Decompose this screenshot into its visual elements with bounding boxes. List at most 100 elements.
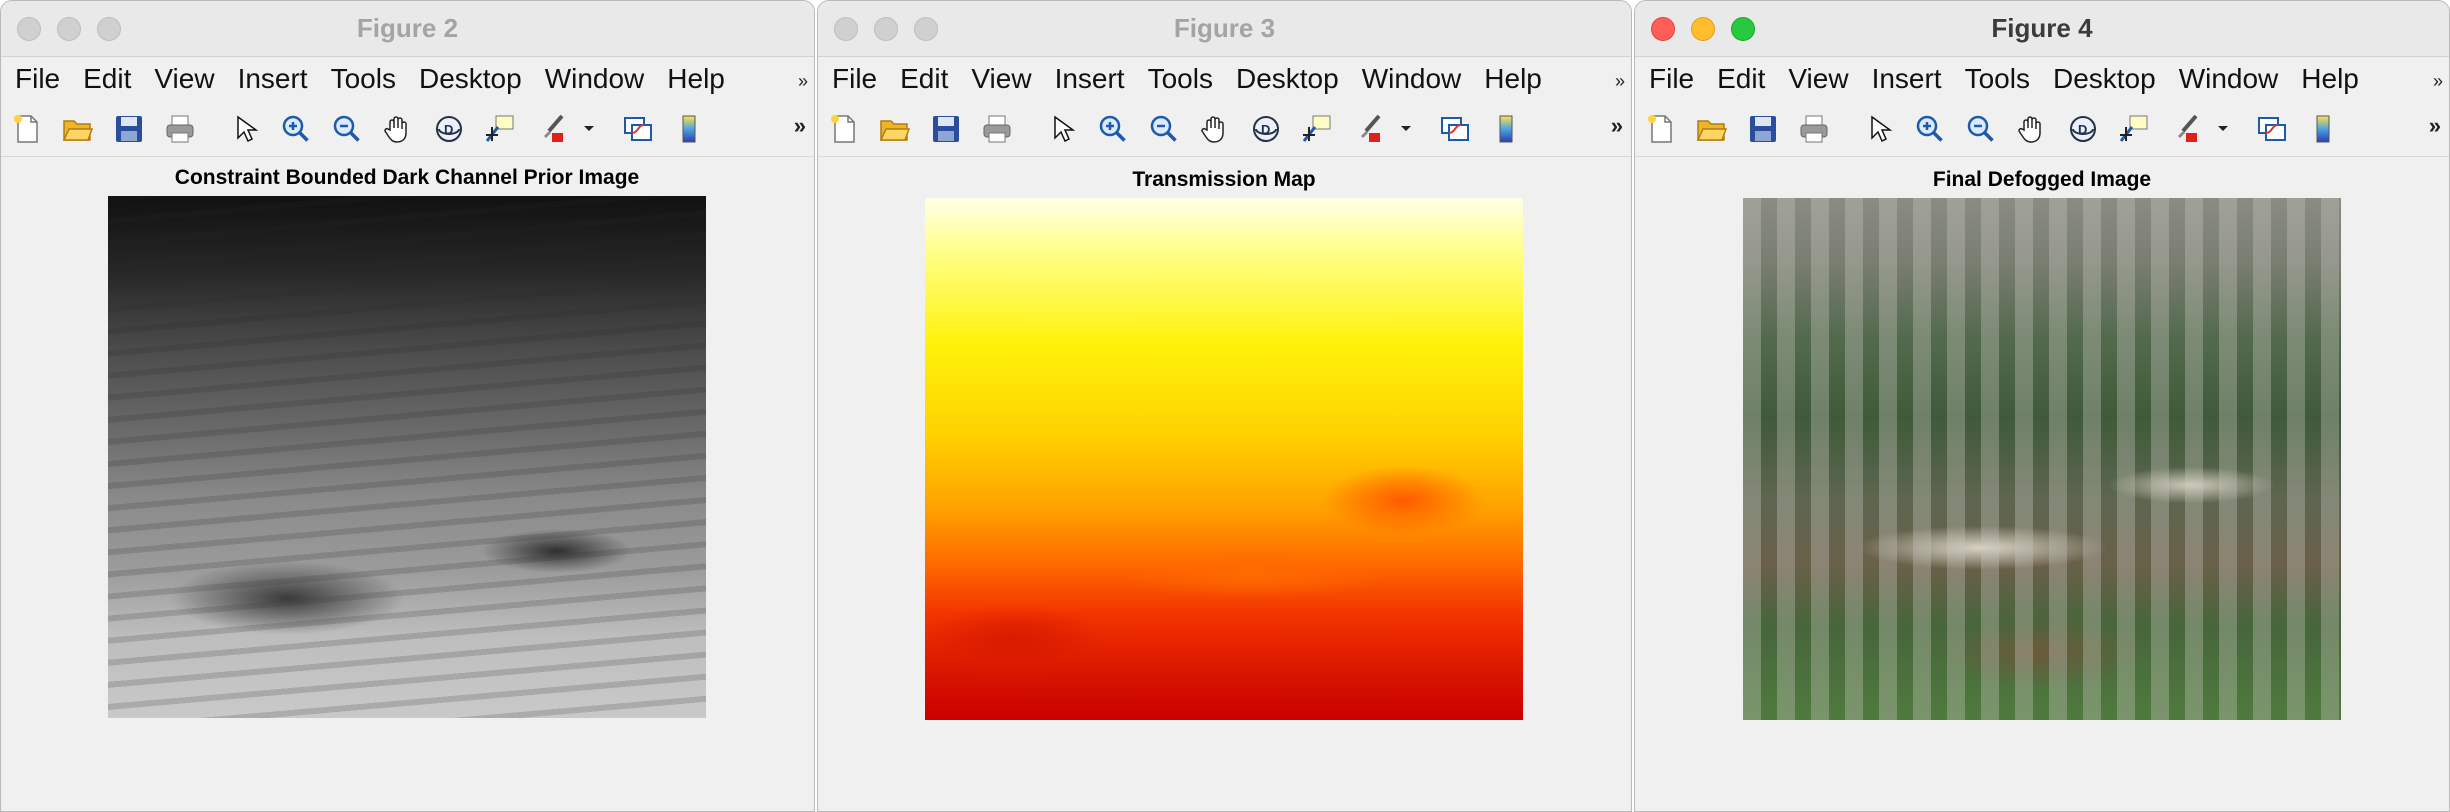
menu-desktop[interactable]: Desktop [419, 63, 522, 95]
zoom-out-icon[interactable] [327, 109, 367, 149]
menu-view[interactable]: View [1788, 63, 1848, 95]
axes-title: Final Defogged Image [1932, 168, 2152, 191]
menu-insert[interactable]: Insert [1872, 63, 1942, 95]
axes-title: Transmission Map [1132, 168, 1316, 191]
menu-bar: File Edit View Insert Tools Desktop Window Help… [1, 57, 814, 101]
print-icon[interactable] [1794, 109, 1834, 149]
zoom-button[interactable] [1731, 17, 1755, 41]
close-button[interactable] [834, 17, 858, 41]
zoom-in-icon[interactable] [276, 109, 316, 149]
menu-edit[interactable]: Edit [1717, 63, 1765, 95]
brush-dropdown-icon[interactable] [582, 109, 596, 149]
print-icon[interactable] [160, 109, 200, 149]
pan-hand-icon[interactable] [378, 109, 418, 149]
save-icon[interactable] [109, 109, 149, 149]
menu-edit[interactable]: Edit [83, 63, 131, 95]
new-figure-icon[interactable] [7, 109, 47, 149]
close-button[interactable] [1651, 17, 1675, 41]
menu-tools[interactable]: Tools [331, 63, 396, 95]
pointer-icon[interactable] [225, 109, 265, 149]
svg-text:D: D [444, 122, 453, 137]
colorbar-icon[interactable] [1486, 109, 1526, 149]
link-plot-icon[interactable] [2252, 109, 2292, 149]
pointer-icon[interactable] [1859, 109, 1899, 149]
menu-help[interactable]: Help [2301, 63, 2359, 95]
zoom-button[interactable] [97, 17, 121, 41]
defogged-image[interactable] [1743, 198, 2341, 720]
menu-file[interactable]: File [1649, 63, 1694, 95]
figure-2-window: Figure 2 File Edit View Insert Tools Desktop W… [0, 0, 815, 812]
menu-help[interactable]: Help [667, 63, 725, 95]
menu-file[interactable]: File [832, 63, 877, 95]
zoom-out-icon[interactable] [1144, 109, 1184, 149]
axes-title: Constraint Bounded Dark Channel Prior Im… [174, 166, 640, 189]
zoom-in-icon[interactable] [1910, 109, 1950, 149]
svg-text:D: D [2078, 122, 2087, 137]
minimize-button[interactable] [57, 17, 81, 41]
menu-tools[interactable]: Tools [1965, 63, 2030, 95]
brush-dropdown-icon[interactable] [2216, 109, 2230, 149]
open-folder-icon[interactable] [58, 109, 98, 149]
menu-tools[interactable]: Tools [1148, 63, 1213, 95]
menu-file[interactable]: File [15, 63, 60, 95]
open-folder-icon[interactable] [1692, 109, 1732, 149]
minimize-button[interactable] [1691, 17, 1715, 41]
colorbar-icon[interactable] [2303, 109, 2343, 149]
title-bar[interactable]: Figure 4 [1635, 1, 2449, 57]
menu-edit[interactable]: Edit [900, 63, 948, 95]
rotate-3d-icon[interactable]: D [2063, 109, 2103, 149]
menu-view[interactable]: View [971, 63, 1031, 95]
zoom-in-icon[interactable] [1093, 109, 1133, 149]
menu-overflow-icon[interactable]: » [1615, 71, 1625, 92]
link-plot-icon[interactable] [618, 109, 658, 149]
print-icon[interactable] [977, 109, 1017, 149]
menu-help[interactable]: Help [1484, 63, 1542, 95]
title-bar[interactable]: Figure 2 [1, 1, 814, 57]
window-controls [17, 17, 121, 41]
pointer-icon[interactable] [1042, 109, 1082, 149]
data-cursor-icon[interactable] [2114, 109, 2154, 149]
menu-insert[interactable]: Insert [238, 63, 308, 95]
brush-icon[interactable] [2165, 109, 2205, 149]
window-title: Figure 4 [1991, 13, 2093, 43]
link-plot-icon[interactable] [1435, 109, 1475, 149]
title-bar[interactable]: Figure 3 [818, 1, 1631, 57]
dark-channel-image[interactable] [108, 196, 706, 718]
menu-overflow-icon[interactable]: » [798, 71, 808, 92]
minimize-button[interactable] [874, 17, 898, 41]
toolbar-overflow-icon[interactable]: » [794, 113, 806, 139]
zoom-out-icon[interactable] [1961, 109, 2001, 149]
pan-hand-icon[interactable] [1195, 109, 1235, 149]
transmission-map-image[interactable] [925, 198, 1523, 720]
brush-icon[interactable] [531, 109, 571, 149]
pan-hand-icon[interactable] [2012, 109, 2052, 149]
menu-window[interactable]: Window [545, 63, 645, 95]
menu-bar: File Edit View Insert Tools Desktop Window Help… [1635, 57, 2449, 101]
menu-window[interactable]: Window [1362, 63, 1462, 95]
new-figure-icon[interactable] [824, 109, 864, 149]
menu-desktop[interactable]: Desktop [2053, 63, 2156, 95]
toolbar-overflow-icon[interactable]: » [2429, 113, 2441, 139]
save-icon[interactable] [926, 109, 966, 149]
figure-3-window: Figure 3 File Edit View Insert Tools Desktop W… [817, 0, 1632, 812]
close-button[interactable] [17, 17, 41, 41]
new-figure-icon[interactable] [1641, 109, 1681, 149]
rotate-3d-icon[interactable]: D [429, 109, 469, 149]
menu-insert[interactable]: Insert [1055, 63, 1125, 95]
rotate-3d-icon[interactable]: D [1246, 109, 1286, 149]
menu-desktop[interactable]: Desktop [1236, 63, 1339, 95]
save-icon[interactable] [1743, 109, 1783, 149]
menu-view[interactable]: View [154, 63, 214, 95]
menu-window[interactable]: Window [2179, 63, 2279, 95]
figure-toolbar: D» [1635, 101, 2449, 157]
menu-overflow-icon[interactable]: » [2433, 71, 2443, 92]
open-folder-icon[interactable] [875, 109, 915, 149]
figure-toolbar: D» [818, 101, 1631, 157]
colorbar-icon[interactable] [669, 109, 709, 149]
data-cursor-icon[interactable] [480, 109, 520, 149]
toolbar-overflow-icon[interactable]: » [1611, 113, 1623, 139]
brush-icon[interactable] [1348, 109, 1388, 149]
data-cursor-icon[interactable] [1297, 109, 1337, 149]
zoom-button[interactable] [914, 17, 938, 41]
brush-dropdown-icon[interactable] [1399, 109, 1413, 149]
